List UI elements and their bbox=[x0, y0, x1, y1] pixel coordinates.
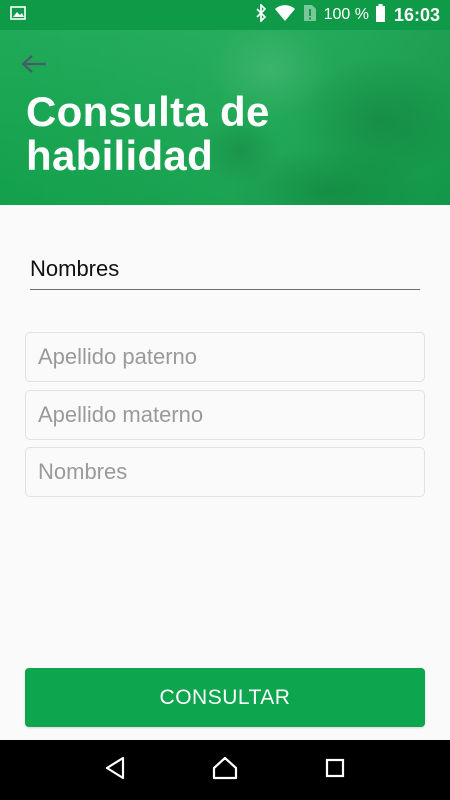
names-input[interactable] bbox=[30, 250, 420, 288]
nombres-input[interactable] bbox=[26, 448, 424, 496]
status-bar: 100 % 16:03 bbox=[0, 0, 450, 30]
image-icon bbox=[10, 5, 26, 25]
nombres-field[interactable] bbox=[25, 447, 425, 497]
navigation-bar bbox=[0, 740, 450, 800]
consultar-button[interactable]: CONSULTAR bbox=[25, 668, 425, 727]
names-field[interactable] bbox=[30, 250, 420, 290]
apellido-paterno-field[interactable] bbox=[25, 332, 425, 382]
apellido-materno-field[interactable] bbox=[25, 390, 425, 440]
apellido-paterno-input[interactable] bbox=[26, 333, 424, 381]
back-button[interactable] bbox=[14, 48, 54, 84]
bluetooth-icon bbox=[255, 2, 267, 27]
back-triangle-icon bbox=[104, 756, 126, 785]
header-banner: Consulta de habilidad bbox=[0, 30, 450, 205]
status-right: 100 % 16:03 bbox=[255, 2, 440, 27]
nav-recents-button[interactable] bbox=[313, 748, 357, 792]
recents-icon bbox=[325, 758, 345, 783]
home-icon bbox=[212, 756, 238, 785]
screen: 100 % 16:03 Consulta de habilidad Nombre… bbox=[0, 0, 450, 800]
page-title: Consulta de habilidad bbox=[26, 88, 270, 179]
status-left bbox=[10, 5, 255, 25]
wifi-icon bbox=[274, 4, 296, 27]
battery-percent: 100 % bbox=[323, 6, 369, 23]
arrow-left-icon bbox=[20, 54, 48, 79]
clock: 16:03 bbox=[393, 4, 440, 25]
nav-home-button[interactable] bbox=[203, 748, 247, 792]
apellido-materno-input[interactable] bbox=[26, 391, 424, 439]
battery-icon bbox=[375, 3, 385, 27]
nav-back-button[interactable] bbox=[93, 748, 137, 792]
sim-alert-icon bbox=[303, 4, 317, 27]
